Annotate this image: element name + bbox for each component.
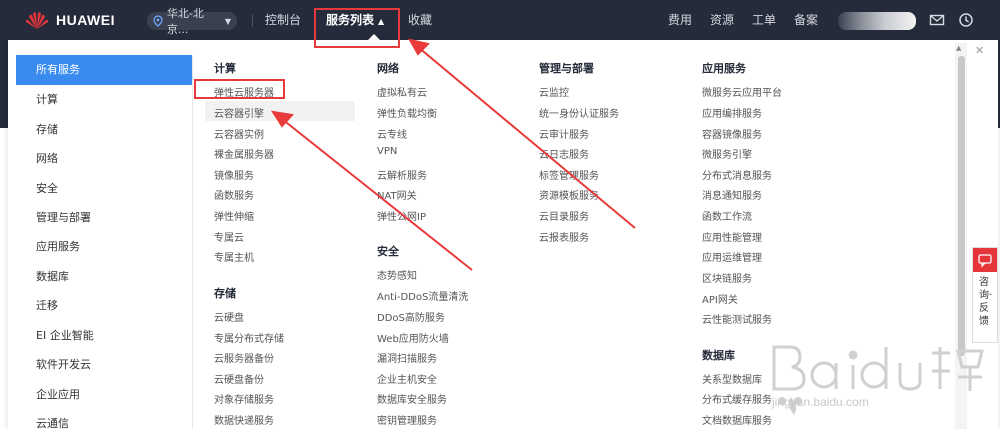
top-bar: HUAWEI 华北-北京... ▼ 控制台 服务列表 ▲ 收藏 费用 资源 工单 … (0, 0, 1000, 40)
service-link[interactable]: 微服务云应用平台 (702, 84, 782, 99)
sidebar-item-storage[interactable]: 存储 (16, 115, 192, 145)
service-link[interactable]: 云解析服务 (377, 167, 427, 182)
sidebar-item-enterprise-apps[interactable]: 企业应用 (16, 380, 192, 410)
service-link[interactable]: 区块链服务 (702, 270, 752, 285)
sidebar-item-devcloud[interactable]: 软件开发云 (16, 350, 192, 380)
region-selector[interactable]: 华北-北京... ▼ (147, 7, 237, 36)
service-link[interactable]: 弹性负载均衡 (377, 105, 437, 120)
scrollbar-thumb[interactable] (958, 56, 965, 356)
close-icon[interactable]: ✕ (975, 44, 984, 57)
scroll-up-icon[interactable]: ▲ (956, 44, 961, 52)
huawei-logo[interactable]: HUAWEI (24, 10, 115, 30)
service-link[interactable]: 云容器引擎 (214, 105, 264, 120)
service-link[interactable]: VPN (377, 146, 397, 157)
feedback-label: 咨询·反馈 (979, 277, 993, 327)
favorites-link[interactable]: 收藏 (408, 0, 432, 40)
service-link[interactable]: 应用运维管理 (702, 249, 762, 264)
service-link[interactable]: 关系型数据库 (702, 371, 762, 386)
service-link[interactable]: 企业主机安全 (377, 371, 437, 386)
sidebar-item-compute[interactable]: 计算 (16, 85, 192, 115)
service-link[interactable]: 云报表服务 (539, 229, 589, 244)
section-title-management: 管理与部署 (539, 62, 594, 75)
section-title-app-services: 应用服务 (702, 62, 746, 75)
service-link[interactable]: 应用编排服务 (702, 105, 762, 120)
section-title-network: 网络 (377, 62, 399, 75)
service-link[interactable]: Anti-DDoS流量清洗 (377, 288, 468, 303)
mail-icon[interactable] (929, 12, 945, 28)
sidebar-item-database[interactable]: 数据库 (16, 262, 192, 292)
huawei-logo-icon (26, 12, 48, 29)
console-link[interactable]: 控制台 (265, 0, 301, 40)
sidebar-item-migration[interactable]: 迁移 (16, 291, 192, 321)
service-link[interactable]: 云日志服务 (539, 146, 589, 161)
clock-icon[interactable] (958, 12, 974, 28)
service-link[interactable]: 弹性公网IP (377, 208, 426, 223)
location-pin-icon (153, 15, 163, 27)
annotation-box-service-list (314, 8, 400, 48)
top-link-filing[interactable]: 备案 (794, 0, 818, 40)
sidebar-item-security[interactable]: 安全 (16, 174, 192, 204)
service-link[interactable]: 分布式消息服务 (702, 167, 772, 182)
sidebar-item-all[interactable]: 所有服务 (16, 55, 192, 85)
service-link[interactable]: 微服务引擎 (702, 146, 752, 161)
service-link[interactable]: 漏洞扫描服务 (377, 350, 437, 365)
service-link[interactable]: DDoS高防服务 (377, 309, 445, 324)
service-link[interactable]: 专属分布式存储 (214, 330, 284, 345)
service-link[interactable]: 云服务器备份 (214, 350, 274, 365)
chat-icon (973, 248, 997, 272)
service-link[interactable]: 云性能测试服务 (702, 311, 772, 326)
service-link[interactable]: 云容器实例 (214, 126, 264, 141)
service-link[interactable]: 虚拟私有云 (377, 84, 427, 99)
service-link[interactable]: 标签管理服务 (539, 167, 599, 182)
service-link[interactable]: 弹性伸缩 (214, 208, 254, 223)
service-link[interactable]: 云审计服务 (539, 126, 589, 141)
service-link[interactable]: NAT网关 (377, 187, 417, 202)
service-link[interactable]: 镜像服务 (214, 167, 254, 182)
section-title-storage: 存储 (214, 287, 236, 300)
service-link[interactable]: 资源模板服务 (539, 187, 599, 202)
service-link[interactable]: 数据快递服务 (214, 412, 274, 427)
service-link[interactable]: 专属云 (214, 229, 244, 244)
blurred-username (838, 12, 916, 30)
service-link[interactable]: 统一身份认证服务 (539, 105, 619, 120)
region-label: 华北-北京... (166, 7, 204, 36)
sidebar-item-management[interactable]: 管理与部署 (16, 203, 192, 233)
service-link[interactable]: 专属主机 (214, 249, 254, 264)
service-link[interactable]: API网关 (702, 291, 738, 306)
service-link[interactable]: 函数服务 (214, 187, 254, 202)
watermark-url: jingyan.baidu.com (772, 395, 869, 409)
service-link[interactable]: 云硬盘备份 (214, 371, 264, 386)
divider (252, 14, 253, 27)
service-link[interactable]: 数据库安全服务 (377, 391, 447, 406)
service-link[interactable]: 消息通知服务 (702, 187, 762, 202)
top-link-tickets[interactable]: 工单 (752, 0, 776, 40)
service-link[interactable]: 函数工作流 (702, 208, 752, 223)
sidebar-item-cloud-comm[interactable]: 云通信 (16, 409, 192, 429)
service-link[interactable]: 态势感知 (377, 267, 417, 282)
top-link-resources[interactable]: 资源 (710, 0, 734, 40)
service-link[interactable]: 云监控 (539, 84, 569, 99)
service-link[interactable]: 云专线 (377, 126, 407, 141)
section-title-security: 安全 (377, 245, 399, 258)
top-link-billing[interactable]: 费用 (668, 0, 692, 40)
service-link[interactable]: 容器镜像服务 (702, 126, 762, 141)
service-link[interactable]: 密钥管理服务 (377, 412, 437, 427)
sidebar-item-ei[interactable]: EI 企业智能 (16, 321, 192, 351)
baidu-watermark-logo (772, 345, 984, 415)
service-link[interactable]: 云硬盘 (214, 309, 244, 324)
service-link[interactable]: 应用性能管理 (702, 229, 762, 244)
annotation-box-ecs (194, 79, 285, 99)
caret-down-icon: ▼ (224, 16, 231, 26)
sidebar-item-app-services[interactable]: 应用服务 (16, 232, 192, 262)
brand-name: HUAWEI (56, 12, 115, 28)
section-title-compute: 计算 (214, 62, 236, 75)
service-link[interactable]: 裸金属服务器 (214, 146, 274, 161)
service-link[interactable]: Web应用防火墙 (377, 330, 449, 345)
sidebar-item-network[interactable]: 网络 (16, 144, 192, 174)
service-link[interactable]: 云目录服务 (539, 208, 589, 223)
service-link[interactable]: 对象存储服务 (214, 391, 274, 406)
section-title-database: 数据库 (702, 349, 735, 362)
